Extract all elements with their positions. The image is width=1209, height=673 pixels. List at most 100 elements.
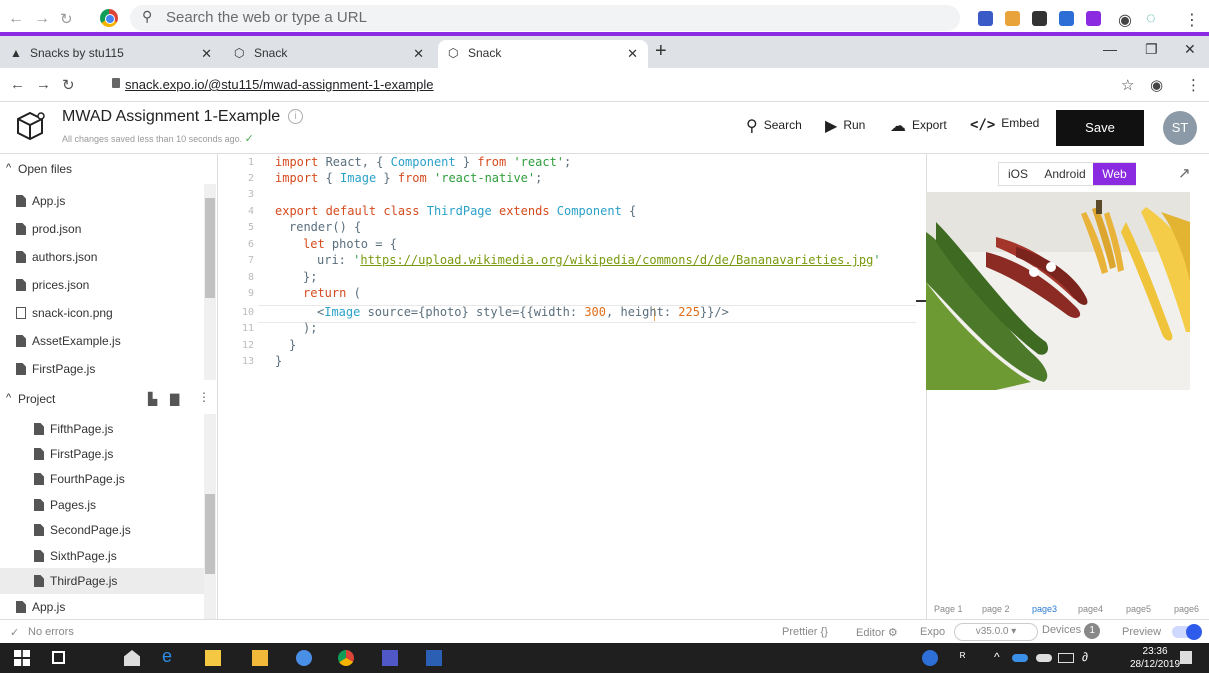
cloud-icon[interactable] bbox=[1036, 654, 1052, 662]
new-file-icon[interactable]: ▙ bbox=[148, 392, 157, 406]
code-editor[interactable]: 1 2 3 4 5 6 7 8 9 10 11 12 13 import Rea… bbox=[218, 154, 916, 619]
teams-icon[interactable] bbox=[382, 650, 398, 666]
close-icon[interactable]: ✕ bbox=[627, 46, 638, 62]
project-file-item[interactable]: App.js bbox=[0, 594, 204, 620]
scrollbar-thumb[interactable] bbox=[205, 198, 215, 298]
extension-dark-icon[interactable] bbox=[1032, 11, 1047, 26]
mail-icon[interactable] bbox=[124, 650, 140, 666]
project-file-item-selected[interactable]: ThirdPage.js bbox=[0, 568, 204, 594]
info-icon[interactable]: i bbox=[288, 109, 304, 124]
project-file-item[interactable]: FirstPage.js bbox=[0, 441, 204, 467]
page-link[interactable]: page6 bbox=[1174, 604, 1199, 614]
open-external-icon[interactable]: ↗ bbox=[1178, 164, 1191, 182]
page-link-active[interactable]: page3 bbox=[1032, 604, 1057, 614]
more-options-icon[interactable]: ⋮ bbox=[198, 390, 210, 404]
new-tab-icon[interactable]: + bbox=[655, 40, 667, 63]
task-view-icon[interactable] bbox=[52, 651, 65, 664]
search-button[interactable]: ⚲ Search bbox=[746, 116, 802, 136]
tab-snack-1[interactable]: ⬡ Snack ✕ bbox=[224, 40, 434, 68]
tab-snack-active[interactable]: ⬡ Snack ✕ bbox=[438, 40, 648, 68]
project-file-item[interactable]: Pages.js bbox=[0, 492, 204, 518]
close-window-icon[interactable]: ✕ bbox=[1184, 41, 1196, 58]
open-files-header[interactable]: ^ Open files bbox=[0, 158, 218, 182]
line-number: 2 bbox=[247, 173, 254, 184]
scrollbar-thumb[interactable] bbox=[205, 494, 215, 574]
export-button[interactable]: ☁ Export bbox=[890, 116, 947, 136]
pen-icon[interactable]: ∂ bbox=[1082, 650, 1088, 666]
bookmark-star-icon[interactable]: ☆ bbox=[1121, 76, 1134, 94]
system-clock[interactable]: 23:36 28/12/2019 bbox=[1130, 645, 1180, 671]
menu-dots-icon[interactable]: ⋮ bbox=[1184, 10, 1200, 30]
notifications-icon[interactable] bbox=[1180, 651, 1192, 664]
platform-android-tab[interactable]: Android bbox=[1037, 163, 1093, 185]
open-file-item[interactable]: App.js bbox=[0, 188, 204, 214]
page-link[interactable]: page4 bbox=[1078, 604, 1103, 614]
reload-icon[interactable]: ↻ bbox=[62, 76, 75, 94]
extension-icon[interactable] bbox=[978, 11, 993, 26]
network-icon[interactable] bbox=[1058, 653, 1074, 663]
page-link[interactable]: Page 1 bbox=[934, 604, 963, 614]
url-field[interactable]: snack.expo.io/@stu115/mwad-assignment-1-… bbox=[125, 77, 434, 92]
word-icon[interactable] bbox=[426, 650, 442, 666]
account-icon[interactable]: ◉ bbox=[1118, 10, 1132, 30]
forward-arrow-icon[interactable]: → bbox=[34, 10, 50, 28]
extension-purple-icon[interactable] bbox=[1086, 11, 1101, 26]
extension-blue-icon[interactable] bbox=[1059, 11, 1074, 26]
sync-icon[interactable]: ◌ bbox=[1146, 10, 1156, 28]
embed-button[interactable]: </> Embed bbox=[970, 116, 1039, 133]
devices-button[interactable]: Devices 1 bbox=[1042, 623, 1101, 639]
close-icon[interactable]: ✕ bbox=[413, 46, 424, 62]
account-icon[interactable]: ◉ bbox=[1150, 76, 1163, 94]
windows-start-icon[interactable] bbox=[14, 650, 30, 666]
chrome-app-icon[interactable] bbox=[296, 650, 312, 666]
help-icon[interactable] bbox=[922, 650, 938, 666]
pane-resize-handle[interactable] bbox=[916, 300, 926, 302]
platform-ios-tab[interactable]: iOS bbox=[999, 163, 1037, 185]
store-icon[interactable] bbox=[205, 650, 221, 666]
project-header[interactable]: ^ Project ▙ ▇ ⋮ bbox=[0, 388, 218, 412]
prettier-toggle[interactable]: Prettier {} bbox=[782, 626, 828, 638]
tab-snacks[interactable]: ▲ Snacks by stu115 ✕ bbox=[0, 40, 222, 68]
expo-version-select[interactable]: v35.0.0 ▾ bbox=[954, 623, 1038, 641]
close-icon[interactable]: ✕ bbox=[201, 46, 212, 62]
omnibox-search[interactable]: ⚲ Search the web or type a URL bbox=[130, 5, 960, 31]
editor-settings[interactable]: Editor ⚙ bbox=[856, 626, 898, 639]
project-file-item[interactable]: FifthPage.js bbox=[0, 416, 204, 442]
maps-extension-icon[interactable] bbox=[1005, 11, 1020, 26]
js-file-icon bbox=[16, 195, 26, 207]
save-button[interactable]: Save bbox=[1056, 110, 1144, 146]
page-link[interactable]: page 2 bbox=[982, 604, 1010, 614]
code-text: } bbox=[275, 354, 283, 368]
back-arrow-icon[interactable]: ← bbox=[10, 76, 25, 93]
project-file-item[interactable]: SixthPage.js bbox=[0, 543, 204, 569]
menu-dots-icon[interactable]: ⋮ bbox=[1186, 76, 1201, 94]
people-icon[interactable]: ᴿ bbox=[960, 650, 965, 666]
open-file-item[interactable]: FirstPage.js bbox=[0, 356, 204, 382]
page-link[interactable]: page5 bbox=[1126, 604, 1151, 614]
open-file-item[interactable]: AssetExample.js bbox=[0, 328, 204, 354]
avatar[interactable]: ST bbox=[1163, 111, 1197, 145]
open-file-item[interactable]: prod.json bbox=[0, 216, 204, 242]
preview-toggle[interactable] bbox=[1172, 624, 1202, 640]
chevron-up-icon[interactable]: ^ bbox=[994, 650, 1000, 666]
project-title[interactable]: MWAD Assignment 1-Example i bbox=[62, 108, 304, 126]
chrome-icon[interactable] bbox=[338, 650, 354, 666]
project-file-item[interactable]: FourthPage.js bbox=[0, 466, 204, 492]
onedrive-icon[interactable] bbox=[1012, 654, 1028, 662]
minimize-icon[interactable]: — bbox=[1103, 41, 1117, 57]
file-explorer-icon[interactable] bbox=[252, 650, 268, 666]
code-text: , height: bbox=[606, 305, 679, 319]
open-file-item[interactable]: prices.json bbox=[0, 272, 204, 298]
forward-arrow-icon[interactable]: → bbox=[36, 76, 51, 93]
edge-browser-icon[interactable]: e bbox=[162, 646, 172, 666]
url-string[interactable]: https://upload.wikimedia.org/wikipedia/c… bbox=[360, 253, 873, 267]
open-file-item[interactable]: snack-icon.png bbox=[0, 300, 204, 326]
restore-icon[interactable]: ❐ bbox=[1145, 41, 1158, 58]
open-file-item[interactable]: authors.json bbox=[0, 244, 204, 270]
project-file-item[interactable]: SecondPage.js bbox=[0, 517, 204, 543]
reload-icon[interactable]: ↻ bbox=[60, 10, 73, 28]
new-folder-icon[interactable]: ▇ bbox=[170, 392, 179, 406]
back-arrow-icon[interactable]: ← bbox=[8, 10, 24, 28]
run-button[interactable]: ▶ Run bbox=[825, 116, 865, 136]
platform-web-tab[interactable]: Web bbox=[1093, 163, 1136, 185]
